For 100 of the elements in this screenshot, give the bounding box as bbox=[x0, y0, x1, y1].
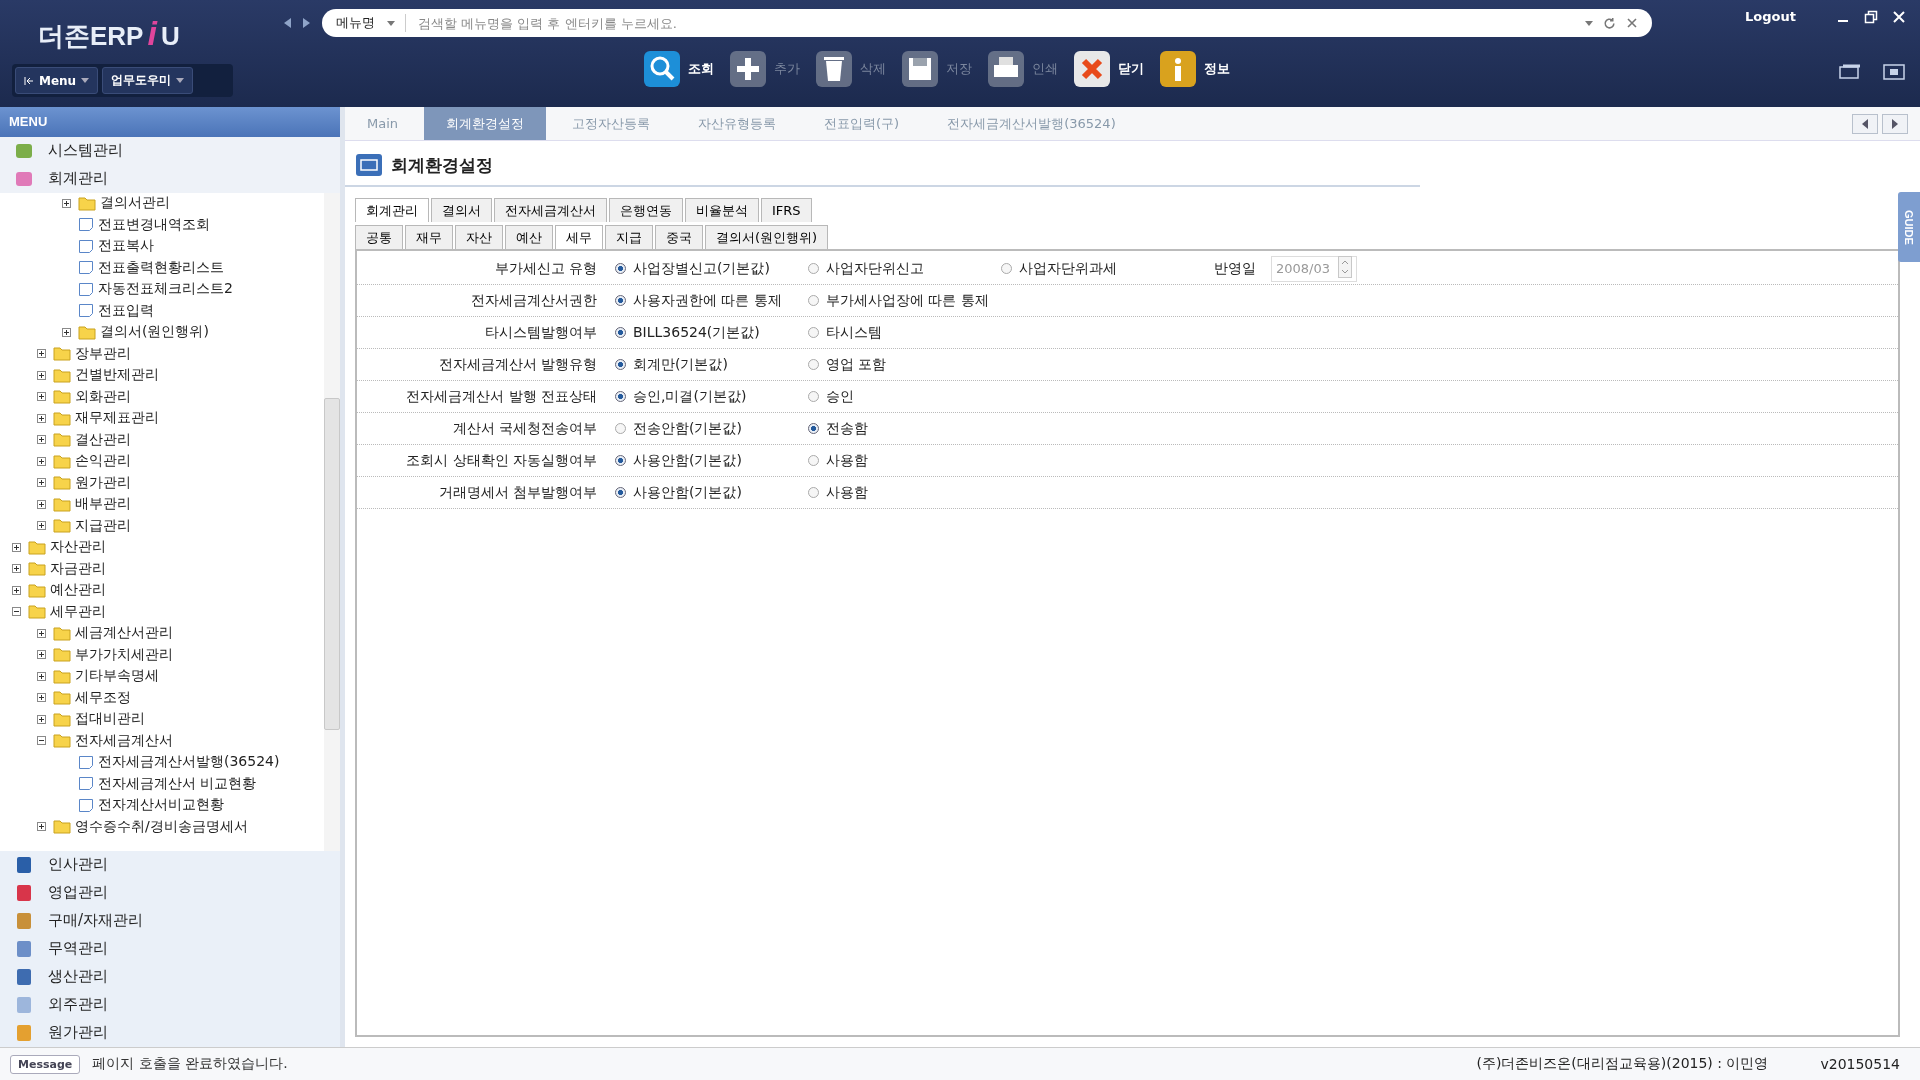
expand-toggle[interactable] bbox=[37, 650, 49, 660]
module-item[interactable]: 무역관리 bbox=[0, 935, 340, 963]
module-item[interactable]: 구매/자재관리 bbox=[0, 907, 340, 935]
tab[interactable]: 회계관리 bbox=[355, 198, 429, 222]
expand-toggle[interactable] bbox=[37, 456, 49, 466]
tab[interactable]: 중국 bbox=[655, 225, 703, 249]
menu-tree-item[interactable]: 전표입력 bbox=[98, 301, 154, 320]
search-bar[interactable]: 메뉴명 검색할 메뉴명을 입력 후 엔터키를 누르세요. bbox=[322, 9, 1652, 37]
radio-option[interactable]: 사용안함(기본값) bbox=[615, 451, 808, 470]
collapse-toggle[interactable] bbox=[37, 736, 49, 746]
collapse-toggle[interactable] bbox=[12, 607, 24, 617]
module-item[interactable]: 외주관리 bbox=[0, 991, 340, 1019]
expand-toggle[interactable] bbox=[62, 198, 74, 208]
menu-tree-item[interactable]: 손익관리 bbox=[75, 452, 131, 471]
expand-toggle[interactable] bbox=[37, 392, 49, 402]
menu-tree-item[interactable]: 세금계산서관리 bbox=[75, 624, 173, 643]
menu-tree-item[interactable]: 전자세금계산서발행(36524) bbox=[98, 753, 280, 772]
expand-toggle[interactable] bbox=[37, 478, 49, 488]
radio-option[interactable]: 사업자단위신고 bbox=[808, 259, 1001, 278]
scope-dropdown[interactable]: 메뉴명 bbox=[336, 14, 406, 32]
screen-icon[interactable] bbox=[1882, 63, 1906, 81]
tab[interactable]: 은행연동 bbox=[609, 198, 683, 222]
radio-option[interactable]: 부가세사업장에 따른 통제 bbox=[808, 291, 1001, 310]
menu-tree-item[interactable]: 자동전표체크리스트2 bbox=[98, 280, 233, 299]
module-item[interactable]: 영업관리 bbox=[0, 879, 340, 907]
expand-toggle[interactable] bbox=[37, 521, 49, 531]
tab[interactable]: 결의서(원인행위) bbox=[705, 225, 829, 249]
menu-tree-item[interactable]: 전자계산서비교현황 bbox=[98, 796, 224, 815]
radio-option[interactable]: 사용함 bbox=[808, 451, 1001, 470]
info-toolbar-button[interactable]: 정보 bbox=[1158, 49, 1230, 89]
logout-button[interactable]: Logout bbox=[1739, 8, 1802, 25]
helper-button[interactable]: 업무도우미 bbox=[102, 67, 194, 94]
expand-toggle[interactable] bbox=[37, 370, 49, 380]
radio-option[interactable]: 회계만(기본값) bbox=[615, 355, 808, 374]
expand-toggle[interactable] bbox=[37, 714, 49, 724]
menu-tree-item[interactable]: 장부관리 bbox=[75, 344, 131, 363]
menu-tree-item[interactable]: 접대비관리 bbox=[75, 710, 145, 729]
close-toolbar-button[interactable]: 닫기 bbox=[1072, 49, 1144, 89]
expand-toggle[interactable] bbox=[37, 671, 49, 681]
radio-option[interactable]: 승인,미결(기본값) bbox=[615, 387, 808, 406]
expand-toggle[interactable] bbox=[37, 413, 49, 423]
expand-toggle[interactable] bbox=[12, 542, 24, 552]
radio-option[interactable]: 전송안함(기본값) bbox=[615, 419, 808, 438]
tab[interactable]: 공통 bbox=[355, 225, 403, 249]
scroll-left-icon[interactable] bbox=[1852, 113, 1878, 134]
radio-option[interactable]: 사업자단위과세 bbox=[1001, 259, 1194, 278]
menu-tree-item[interactable]: 외화관리 bbox=[75, 387, 131, 406]
caret-icon[interactable] bbox=[1585, 20, 1593, 26]
tab[interactable]: 전자세금계산서 bbox=[494, 198, 607, 222]
tab[interactable]: 자산 bbox=[455, 225, 503, 249]
window-icon[interactable] bbox=[1838, 63, 1862, 81]
tab[interactable]: 재무 bbox=[405, 225, 453, 249]
menu-tree-item[interactable]: 전표복사 bbox=[98, 237, 154, 256]
menu-tree-item[interactable]: 세무관리 bbox=[50, 602, 106, 621]
module-item[interactable]: 원가관리 bbox=[0, 1019, 340, 1047]
radio-option[interactable]: BILL36524(기본값) bbox=[615, 323, 808, 342]
menu-tree-item[interactable]: 배부관리 bbox=[75, 495, 131, 514]
menu-tree-item[interactable]: 부가가치세관리 bbox=[75, 645, 173, 664]
tab[interactable]: 세무 bbox=[555, 225, 603, 249]
expand-toggle[interactable] bbox=[62, 327, 74, 337]
menu-button[interactable]: Menu bbox=[15, 67, 99, 94]
tab[interactable]: 비율분석 bbox=[685, 198, 759, 222]
expand-toggle[interactable] bbox=[37, 822, 49, 832]
menu-tree-item[interactable]: 전표변경내역조회 bbox=[98, 215, 210, 234]
menu-tree-item[interactable]: 건별반제관리 bbox=[75, 366, 159, 385]
tab[interactable]: IFRS bbox=[761, 198, 812, 222]
radio-option[interactable]: 사업장별신고(기본값) bbox=[615, 259, 808, 278]
menu-tree-item[interactable]: 세무조정 bbox=[75, 688, 131, 707]
menu-tree-item[interactable]: 자금관리 bbox=[50, 559, 106, 578]
expand-toggle[interactable] bbox=[37, 349, 49, 359]
radio-option[interactable]: 전송함 bbox=[808, 419, 1001, 438]
scrollbar[interactable] bbox=[324, 192, 340, 851]
tab[interactable]: 결의서 bbox=[431, 198, 492, 222]
scroll-right-icon[interactable] bbox=[1882, 113, 1908, 134]
radio-option[interactable]: 사용함 bbox=[808, 483, 1001, 502]
menu-tree-item[interactable]: 결의서(원인행위) bbox=[100, 323, 209, 342]
message-button[interactable]: Message bbox=[10, 1054, 81, 1074]
radio-option[interactable]: 타시스템 bbox=[808, 323, 1001, 342]
restore-icon[interactable] bbox=[1864, 9, 1878, 24]
expand-toggle[interactable] bbox=[37, 628, 49, 638]
menu-tree-item[interactable]: 영수증수취/경비송금명세서 bbox=[75, 817, 248, 836]
expand-toggle[interactable] bbox=[37, 499, 49, 509]
radio-option[interactable]: 승인 bbox=[808, 387, 1001, 406]
menu-tree-item[interactable]: 자산관리 bbox=[50, 538, 106, 557]
tab[interactable]: 지급 bbox=[605, 225, 653, 249]
menu-tree-item[interactable]: 결의서관리 bbox=[100, 194, 170, 213]
expand-toggle[interactable] bbox=[37, 693, 49, 703]
module-item[interactable]: 회계관리 bbox=[0, 164, 340, 193]
search-toolbar-button[interactable]: 조회 bbox=[642, 49, 714, 89]
menu-tree-item[interactable]: 재무제표관리 bbox=[75, 409, 159, 428]
radio-option[interactable]: 사용안함(기본값) bbox=[615, 483, 808, 502]
menu-tree-item[interactable]: 기타부속명세 bbox=[75, 667, 159, 686]
menu-tree-item[interactable]: 전자세금계산서 비교현황 bbox=[98, 774, 257, 793]
menu-tree-item[interactable]: 지급관리 bbox=[75, 516, 131, 535]
expand-toggle[interactable] bbox=[12, 585, 24, 595]
menu-tree-item[interactable]: 전자세금계산서 bbox=[75, 731, 173, 750]
radio-option[interactable]: 영업 포함 bbox=[808, 355, 1001, 374]
menu-tree-item[interactable]: 원가관리 bbox=[75, 473, 131, 492]
menu-tree-item[interactable]: 전표출력현황리스트 bbox=[98, 258, 224, 277]
spinner-icon[interactable] bbox=[1338, 256, 1352, 278]
